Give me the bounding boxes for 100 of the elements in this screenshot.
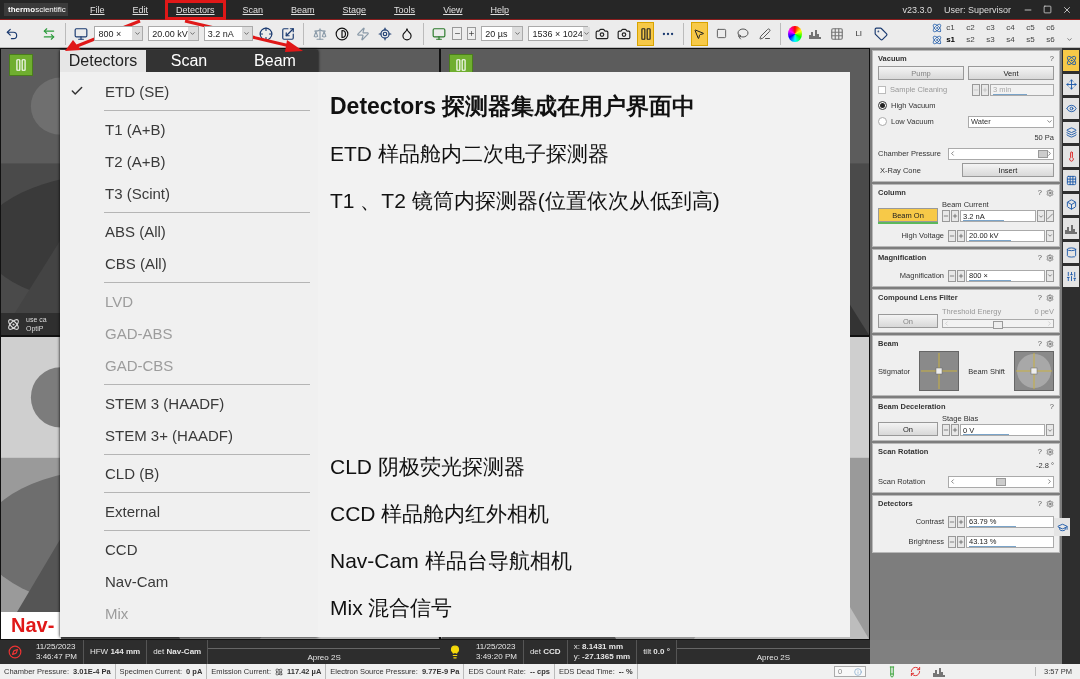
dropdown-button[interactable]	[1046, 269, 1054, 282]
toolbar-combo[interactable]: 3.2 nA	[203, 26, 253, 41]
side-tool-button[interactable]	[1063, 218, 1079, 239]
menu-item[interactable]: Edit	[121, 0, 160, 20]
menu-item[interactable]: Help	[479, 0, 520, 20]
detector-item[interactable]: CBS (All)	[60, 247, 318, 279]
menu-item[interactable]: Beam	[280, 0, 326, 20]
slider-thumb[interactable]	[1037, 149, 1048, 158]
preset-button[interactable]: c5	[1026, 23, 1047, 32]
side-tool-button[interactable]	[1063, 146, 1079, 167]
radio-button[interactable]	[878, 117, 887, 126]
slider-track[interactable]	[942, 319, 1054, 328]
detector-item[interactable]: External	[60, 495, 318, 527]
menu-item[interactable]: Detectors	[165, 0, 226, 20]
increment-button[interactable]	[466, 27, 477, 40]
side-tool-button[interactable]	[1063, 122, 1079, 143]
dropdown-button[interactable]	[1046, 424, 1054, 436]
side-tool-button[interactable]	[1063, 74, 1079, 95]
preset-button[interactable]: s1	[946, 35, 967, 44]
decrement-button[interactable]	[452, 27, 462, 40]
side-tool-button[interactable]	[1063, 98, 1079, 119]
logo-menu[interactable]: thermoscientific	[4, 3, 68, 16]
dropdown-button[interactable]	[1046, 229, 1054, 242]
preset-button[interactable]: c6	[1046, 23, 1067, 32]
menu-tab[interactable]: Beam	[232, 50, 318, 72]
settings-icon[interactable]	[1046, 253, 1054, 262]
li-button[interactable]: LI	[850, 21, 868, 46]
detector-item[interactable]: ETD (SE)	[60, 75, 318, 107]
decrement-button[interactable]	[948, 229, 956, 242]
preset-button[interactable]: s5	[1026, 35, 1047, 44]
decrement-button[interactable]	[972, 83, 980, 96]
menu-item[interactable]: Stage	[331, 0, 378, 20]
detector-item[interactable]: T3 (Scint)	[60, 177, 318, 209]
maximize-icon[interactable]	[1043, 5, 1052, 14]
stigmator-pad[interactable]	[919, 351, 960, 391]
menu-tab[interactable]: Detectors	[60, 50, 146, 72]
toolbar-combo[interactable]: 20 µs	[481, 26, 524, 41]
menu-item[interactable]: Scan	[231, 0, 275, 20]
decrement-button[interactable]	[948, 535, 956, 548]
slider-thumb[interactable]	[996, 477, 1006, 486]
toolbar-combo[interactable]: 1536 × 1024	[528, 26, 589, 41]
detector-item[interactable]: T2 (A+B)	[60, 145, 318, 177]
settings-icon[interactable]	[1046, 339, 1054, 348]
toolbar-combo[interactable]: 800 ×	[94, 26, 144, 41]
caret-icon	[1046, 118, 1053, 125]
side-tool-button[interactable]	[1063, 170, 1079, 191]
pause-button[interactable]	[9, 54, 33, 76]
detector-item[interactable]: CLD (B)	[60, 457, 318, 489]
menu-item[interactable]: View	[432, 0, 474, 20]
settings-icon[interactable]	[1046, 499, 1054, 508]
preset-button[interactable]: s4	[1006, 35, 1027, 44]
detector-item[interactable]: CCD	[60, 533, 318, 565]
toolbar-combo[interactable]: 20.00 kV	[148, 26, 199, 41]
preset-button[interactable]: c2	[966, 23, 987, 32]
detector-item[interactable]: ABS (All)	[60, 215, 318, 247]
preset-button[interactable]: s3	[986, 35, 1007, 44]
radio-button[interactable]	[878, 101, 887, 110]
dropdown-button[interactable]	[1037, 210, 1045, 222]
slider-track[interactable]	[948, 147, 1054, 160]
preset-button[interactable]: c4	[1006, 23, 1027, 32]
slash-button[interactable]	[1046, 210, 1054, 222]
detector-item[interactable]: T1 (A+B)	[60, 113, 318, 145]
increment-button[interactable]	[951, 424, 959, 436]
increment-button[interactable]	[957, 269, 965, 282]
compass-icon	[8, 645, 22, 659]
menu-item[interactable]: File	[79, 0, 116, 20]
detector-item[interactable]: STEM 3+ (HAADF)	[60, 419, 318, 451]
decrement-button[interactable]	[942, 210, 950, 222]
beam-shift-pad[interactable]	[1014, 351, 1054, 391]
increment-button[interactable]	[957, 515, 965, 528]
slider-track[interactable]	[948, 475, 1054, 488]
preset-button[interactable]: s2	[966, 35, 987, 44]
tutorial-button[interactable]	[1054, 518, 1070, 536]
decrement-button[interactable]	[948, 515, 956, 528]
decrement-button[interactable]	[942, 424, 950, 436]
close-icon[interactable]	[1062, 4, 1072, 15]
side-tool-button[interactable]	[1063, 266, 1079, 287]
increment-button[interactable]	[957, 535, 965, 548]
side-tool-button[interactable]	[1063, 194, 1079, 215]
menu-item[interactable]: Tools	[383, 0, 427, 20]
side-tool-button[interactable]	[1063, 50, 1079, 71]
settings-icon[interactable]	[1046, 293, 1054, 302]
settings-icon[interactable]	[1046, 447, 1054, 456]
minus-icon	[943, 427, 949, 433]
color-wheel-icon[interactable]	[788, 25, 802, 42]
preset-button[interactable]: c1	[946, 23, 967, 32]
settings-icon[interactable]	[1046, 188, 1054, 197]
pause-button[interactable]	[637, 21, 655, 46]
increment-button[interactable]	[981, 83, 989, 96]
pointer-button[interactable]	[690, 21, 708, 46]
decrement-button[interactable]	[948, 269, 956, 282]
menu-tab[interactable]: Scan	[146, 50, 232, 72]
detector-item[interactable]: STEM 3 (HAADF)	[60, 387, 318, 419]
increment-button[interactable]	[957, 229, 965, 242]
side-tool-button[interactable]	[1063, 242, 1079, 263]
atom-icon	[932, 34, 943, 45]
preset-button[interactable]: s6	[1046, 35, 1067, 44]
increment-button[interactable]	[951, 210, 959, 222]
detector-item[interactable]: Nav-Cam	[60, 565, 318, 597]
preset-button[interactable]: c3	[986, 23, 1007, 32]
